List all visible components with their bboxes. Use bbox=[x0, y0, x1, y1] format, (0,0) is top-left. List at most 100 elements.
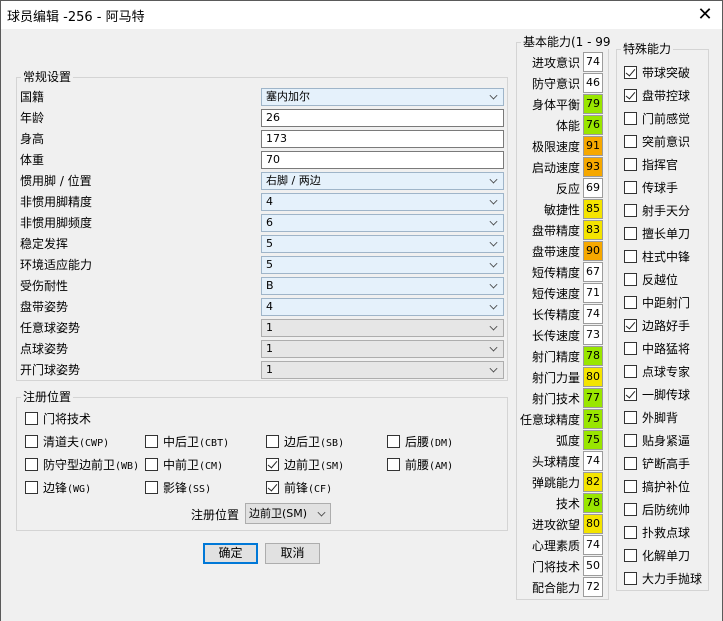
special-ability-checkbox[interactable]: 扑救点球 bbox=[624, 524, 690, 540]
checkbox-box[interactable] bbox=[266, 457, 279, 471]
ability-value-input[interactable]: 74 bbox=[583, 535, 603, 555]
ability-value-input[interactable]: 73 bbox=[583, 325, 603, 345]
setting-input[interactable]: 70 bbox=[261, 151, 504, 169]
ability-value-input[interactable]: 50 bbox=[583, 556, 603, 576]
setting-select[interactable]: 5 bbox=[261, 235, 504, 253]
checkbox-box[interactable] bbox=[624, 548, 637, 562]
ability-value-input[interactable]: 74 bbox=[583, 451, 603, 471]
special-ability-checkbox[interactable]: 中路猛将 bbox=[624, 340, 690, 356]
special-ability-checkbox[interactable]: 门前感觉 bbox=[624, 110, 690, 126]
checkbox-box[interactable] bbox=[624, 203, 637, 217]
special-ability-checkbox[interactable]: 带球突破 bbox=[624, 64, 690, 80]
position-checkbox[interactable]: 前腰(AM) bbox=[387, 456, 453, 472]
checkbox-box[interactable] bbox=[624, 502, 637, 516]
special-ability-checkbox[interactable]: 铲断高手 bbox=[624, 455, 690, 471]
ability-value-input[interactable]: 93 bbox=[583, 157, 603, 177]
checkbox-box[interactable] bbox=[624, 456, 637, 470]
special-ability-checkbox[interactable]: 外脚背 bbox=[624, 409, 678, 425]
ability-value-input[interactable]: 85 bbox=[583, 199, 603, 219]
ability-value-input[interactable]: 80 bbox=[583, 514, 603, 534]
ability-value-input[interactable]: 79 bbox=[583, 94, 603, 114]
checkbox-box[interactable] bbox=[624, 65, 637, 79]
ability-value-input[interactable]: 46 bbox=[583, 73, 603, 93]
special-ability-checkbox[interactable]: 突前意识 bbox=[624, 133, 690, 149]
special-ability-checkbox[interactable]: 中距射门 bbox=[624, 294, 690, 310]
position-checkbox[interactable]: 后腰(DM) bbox=[387, 433, 453, 449]
ability-value-input[interactable]: 78 bbox=[583, 346, 603, 366]
checkbox-box[interactable] bbox=[624, 433, 637, 447]
ability-value-input[interactable]: 82 bbox=[583, 472, 603, 492]
setting-input[interactable]: 26 bbox=[261, 109, 504, 127]
position-checkbox[interactable]: 防守型边前卫(WB) bbox=[25, 456, 139, 472]
checkbox-box[interactable] bbox=[624, 387, 637, 401]
cancel-button[interactable]: 取消 bbox=[265, 543, 320, 564]
position-checkbox[interactable]: 边前卫(SM) bbox=[266, 456, 344, 472]
special-ability-checkbox[interactable]: 传球手 bbox=[624, 179, 678, 195]
setting-select[interactable]: 4 bbox=[261, 298, 504, 316]
checkbox-box[interactable] bbox=[624, 249, 637, 263]
position-checkbox[interactable]: 影锋(SS) bbox=[145, 479, 211, 495]
setting-select[interactable]: 6 bbox=[261, 214, 504, 232]
checkbox-box[interactable] bbox=[387, 457, 400, 471]
position-checkbox[interactable]: 前锋(CF) bbox=[266, 479, 332, 495]
setting-select[interactable]: 1 bbox=[261, 340, 504, 358]
special-ability-checkbox[interactable]: 射手天分 bbox=[624, 202, 690, 218]
checkbox-box[interactable] bbox=[624, 157, 637, 171]
position-checkbox[interactable]: 中后卫(CBT) bbox=[145, 433, 229, 449]
checkbox-box[interactable] bbox=[624, 525, 637, 539]
setting-select[interactable]: 5 bbox=[261, 256, 504, 274]
setting-select[interactable]: 1 bbox=[261, 361, 504, 379]
special-ability-checkbox[interactable]: 后防统帅 bbox=[624, 501, 690, 517]
setting-input[interactable]: 173 bbox=[261, 130, 504, 148]
special-ability-checkbox[interactable]: 擅长单刀 bbox=[624, 225, 690, 241]
ability-value-input[interactable]: 67 bbox=[583, 262, 603, 282]
checkbox-box[interactable] bbox=[25, 480, 38, 494]
special-ability-checkbox[interactable]: 搞护补位 bbox=[624, 478, 690, 494]
checkbox-box[interactable] bbox=[624, 111, 637, 125]
checkbox-box[interactable] bbox=[624, 88, 637, 102]
checkbox-box[interactable] bbox=[387, 434, 400, 448]
checkbox-box[interactable] bbox=[624, 318, 637, 332]
ability-value-input[interactable]: 71 bbox=[583, 283, 603, 303]
ability-value-input[interactable]: 69 bbox=[583, 178, 603, 198]
special-ability-checkbox[interactable]: 盘带控球 bbox=[624, 87, 690, 103]
checkbox-box[interactable] bbox=[145, 434, 158, 448]
special-ability-checkbox[interactable]: 边路好手 bbox=[624, 317, 690, 333]
ability-value-input[interactable]: 80 bbox=[583, 367, 603, 387]
special-ability-checkbox[interactable]: 贴身紧逼 bbox=[624, 432, 690, 448]
ability-value-input[interactable]: 75 bbox=[583, 409, 603, 429]
checkbox-box[interactable] bbox=[145, 457, 158, 471]
checkbox-box[interactable] bbox=[624, 134, 637, 148]
setting-select[interactable]: 4 bbox=[261, 193, 504, 211]
position-checkbox[interactable]: 边锋(WG) bbox=[25, 479, 91, 495]
checkbox-box[interactable] bbox=[266, 480, 279, 494]
ability-value-input[interactable]: 77 bbox=[583, 388, 603, 408]
checkbox-box[interactable] bbox=[624, 272, 637, 286]
checkbox-box[interactable] bbox=[25, 434, 38, 448]
ability-value-input[interactable]: 76 bbox=[583, 115, 603, 135]
special-ability-checkbox[interactable]: 指挥官 bbox=[624, 156, 678, 172]
position-checkbox[interactable]: 边后卫(SB) bbox=[266, 433, 344, 449]
checkbox-box[interactable] bbox=[624, 295, 637, 309]
ability-value-input[interactable]: 91 bbox=[583, 136, 603, 156]
registered-position-select[interactable]: 边前卫(SM) bbox=[245, 503, 331, 524]
gk-technique-checkbox[interactable]: 门将技术 bbox=[25, 410, 91, 426]
checkbox-box[interactable] bbox=[624, 410, 637, 424]
checkbox-box[interactable] bbox=[624, 226, 637, 240]
special-ability-checkbox[interactable]: 化解单刀 bbox=[624, 547, 690, 563]
checkbox-box[interactable] bbox=[624, 180, 637, 194]
special-ability-checkbox[interactable]: 柱式中锋 bbox=[624, 248, 690, 264]
setting-select[interactable]: 右脚 / 两边 bbox=[261, 172, 504, 190]
checkbox-box[interactable] bbox=[624, 341, 637, 355]
ability-value-input[interactable]: 74 bbox=[583, 304, 603, 324]
position-checkbox[interactable]: 清道夫(CWP) bbox=[25, 433, 109, 449]
checkbox-box[interactable] bbox=[624, 479, 637, 493]
close-icon[interactable]: ✕ bbox=[688, 1, 722, 29]
ability-value-input[interactable]: 78 bbox=[583, 493, 603, 513]
checkbox-box[interactable] bbox=[624, 571, 637, 585]
ability-value-input[interactable]: 74 bbox=[583, 52, 603, 72]
setting-select[interactable]: B bbox=[261, 277, 504, 295]
checkbox-box[interactable] bbox=[266, 434, 279, 448]
ok-button[interactable]: 确定 bbox=[203, 543, 258, 564]
special-ability-checkbox[interactable]: 反越位 bbox=[624, 271, 678, 287]
